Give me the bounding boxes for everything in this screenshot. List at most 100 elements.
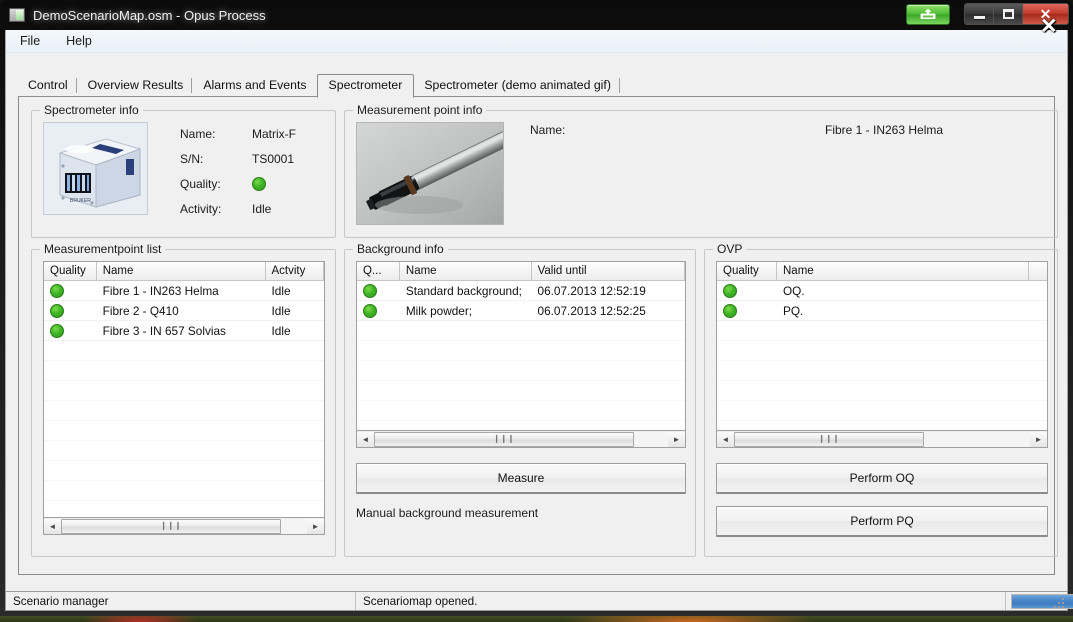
- table-row[interactable]: Fibre 2 - Q410 Idle: [44, 301, 324, 321]
- status-dot-icon: [363, 284, 377, 298]
- ovp-table[interactable]: Quality Name OQ. PQ.: [716, 261, 1048, 431]
- svg-text:BRUKER: BRUKER: [70, 198, 91, 204]
- cell-quality: [717, 304, 777, 318]
- menu-item-file[interactable]: File: [16, 32, 44, 50]
- table-empty-row[interactable]: [44, 481, 324, 501]
- table-empty-row[interactable]: [44, 341, 324, 361]
- group-background-info: Background info Q... Name Valid until St…: [344, 249, 696, 557]
- scroll-grip-icon: ❙❙❙: [493, 435, 515, 443]
- ovp-hscrollbar[interactable]: ◄ ❙❙❙ ►: [716, 431, 1048, 448]
- status-dot-icon: [252, 177, 266, 191]
- scroll-thumb[interactable]: ❙❙❙: [374, 432, 634, 447]
- resize-grip-icon[interactable]: [1052, 596, 1066, 610]
- field-name-value: Matrix-F: [252, 127, 296, 141]
- scroll-track[interactable]: ❙❙❙: [61, 519, 307, 534]
- tab-separator: [191, 78, 192, 93]
- cell-quality: [717, 284, 777, 298]
- cell-name: PQ.: [777, 301, 1029, 321]
- column-header-name[interactable]: Name: [97, 262, 266, 280]
- table-empty-row[interactable]: [717, 401, 1047, 421]
- field-serial-number-label: S/N:: [180, 152, 252, 166]
- measurement-point-name-value: Fibre 1 - IN263 Helma: [825, 123, 943, 137]
- field-activity-label: Activity:: [180, 202, 252, 216]
- menubar: File Help: [6, 30, 1067, 53]
- close-icon-button[interactable]: ✕: [1023, 4, 1068, 24]
- table-empty-row[interactable]: [357, 341, 685, 361]
- table-empty-row[interactable]: [717, 321, 1047, 341]
- tab-alarms-and-events[interactable]: Alarms and Events: [193, 74, 316, 97]
- tab-spectrometer[interactable]: Spectrometer: [317, 74, 415, 98]
- window-title: DemoScenarioMap.osm - Opus Process: [33, 8, 266, 23]
- table-empty-row[interactable]: [357, 321, 685, 341]
- column-header-name[interactable]: Name: [777, 262, 1029, 280]
- tab-separator: [76, 78, 77, 93]
- table-empty-row[interactable]: [44, 461, 324, 481]
- table-empty-row[interactable]: [357, 361, 685, 381]
- table-row[interactable]: Standard background; 06.07.2013 12:52:19: [357, 281, 685, 301]
- column-header-activity[interactable]: Actvity: [266, 262, 324, 280]
- tab-overview-results[interactable]: Overview Results: [78, 74, 194, 97]
- background-info-table[interactable]: Q... Name Valid until Standard backgroun…: [356, 261, 686, 431]
- scroll-right-icon[interactable]: ►: [668, 432, 685, 447]
- status-dot-icon: [50, 324, 64, 338]
- table-row[interactable]: Fibre 3 - IN 657 Solvias Idle: [44, 321, 324, 341]
- scroll-left-icon[interactable]: ◄: [357, 432, 374, 447]
- scroll-left-icon[interactable]: ◄: [717, 432, 734, 447]
- table-empty-row[interactable]: [44, 501, 324, 518]
- column-header-quality[interactable]: Quality: [44, 262, 97, 280]
- cell-activity: Idle: [266, 281, 324, 301]
- tab-area: Control Overview Results Alarms and Even…: [6, 53, 1067, 575]
- table-row[interactable]: Milk powder; 06.07.2013 12:52:25: [357, 301, 685, 321]
- scroll-thumb[interactable]: ❙❙❙: [61, 519, 281, 534]
- table-empty-row[interactable]: [44, 361, 324, 381]
- scroll-right-icon[interactable]: ►: [307, 519, 324, 534]
- tab-control-label: Control: [28, 78, 68, 92]
- table-empty-row[interactable]: [357, 421, 685, 431]
- group-spectrometer-info-legend: Spectrometer info: [40, 103, 143, 117]
- perform-pq-button[interactable]: Perform PQ: [716, 506, 1048, 537]
- measurementpoint-hscrollbar[interactable]: ◄ ❙❙❙ ►: [43, 518, 325, 535]
- column-header-name[interactable]: Name: [400, 262, 532, 280]
- column-header-valid-until[interactable]: Valid until: [532, 262, 685, 280]
- background-info-hscrollbar[interactable]: ◄ ❙❙❙ ►: [356, 431, 686, 448]
- tab-spectrometer-label: Spectrometer: [329, 78, 403, 92]
- table-empty-row[interactable]: [44, 401, 324, 421]
- scroll-track[interactable]: ❙❙❙: [734, 432, 1030, 447]
- tab-spectrometer-demo-animated-gif[interactable]: Spectrometer (demo animated gif): [414, 74, 621, 97]
- cell-quality: [44, 304, 97, 318]
- table-empty-row[interactable]: [44, 441, 324, 461]
- scroll-grip-icon: ❙❙❙: [818, 435, 840, 443]
- table-row[interactable]: OQ.: [717, 281, 1047, 301]
- menu-item-help[interactable]: Help: [62, 32, 96, 50]
- measurementpoint-table[interactable]: Quality Name Actvity Fibre 1 - IN263 Hel…: [43, 261, 325, 518]
- table-empty-row[interactable]: [717, 341, 1047, 361]
- table-empty-row[interactable]: [44, 421, 324, 441]
- table-empty-row[interactable]: [357, 381, 685, 401]
- tab-control[interactable]: Control: [18, 74, 78, 97]
- table-row[interactable]: Fibre 1 - IN263 Helma Idle: [44, 281, 324, 301]
- field-serial-number: S/N: TS0001: [180, 146, 296, 171]
- export-print-icon-button[interactable]: [906, 4, 950, 25]
- table-empty-row[interactable]: [357, 401, 685, 421]
- cell-quality: [357, 304, 400, 318]
- column-header-quality[interactable]: Q...: [357, 262, 400, 280]
- table-empty-row[interactable]: [717, 381, 1047, 401]
- scroll-right-icon[interactable]: ►: [1030, 432, 1047, 447]
- minimize-icon: [974, 16, 985, 19]
- maximize-icon-button[interactable]: [994, 4, 1023, 24]
- table-empty-row[interactable]: [717, 421, 1047, 431]
- scroll-thumb[interactable]: ❙❙❙: [734, 432, 924, 447]
- table-body: Fibre 1 - IN263 Helma Idle Fibre 2 - Q41…: [44, 281, 324, 518]
- scroll-track[interactable]: ❙❙❙: [374, 432, 668, 447]
- titlebar[interactable]: DemoScenarioMap.osm - Opus Process ✕: [0, 0, 1073, 30]
- perform-oq-button[interactable]: Perform OQ: [716, 463, 1048, 494]
- column-header-quality[interactable]: Quality: [717, 262, 777, 280]
- table-empty-row[interactable]: [717, 361, 1047, 381]
- scroll-left-icon[interactable]: ◄: [44, 519, 61, 534]
- table-empty-row[interactable]: [44, 381, 324, 401]
- minimize-icon-button[interactable]: [965, 4, 994, 24]
- table-row[interactable]: PQ.: [717, 301, 1047, 321]
- measure-button[interactable]: Measure: [356, 463, 686, 494]
- field-serial-number-value: TS0001: [252, 152, 294, 166]
- tab-page-spectrometer: Spectrometer info: [18, 96, 1055, 575]
